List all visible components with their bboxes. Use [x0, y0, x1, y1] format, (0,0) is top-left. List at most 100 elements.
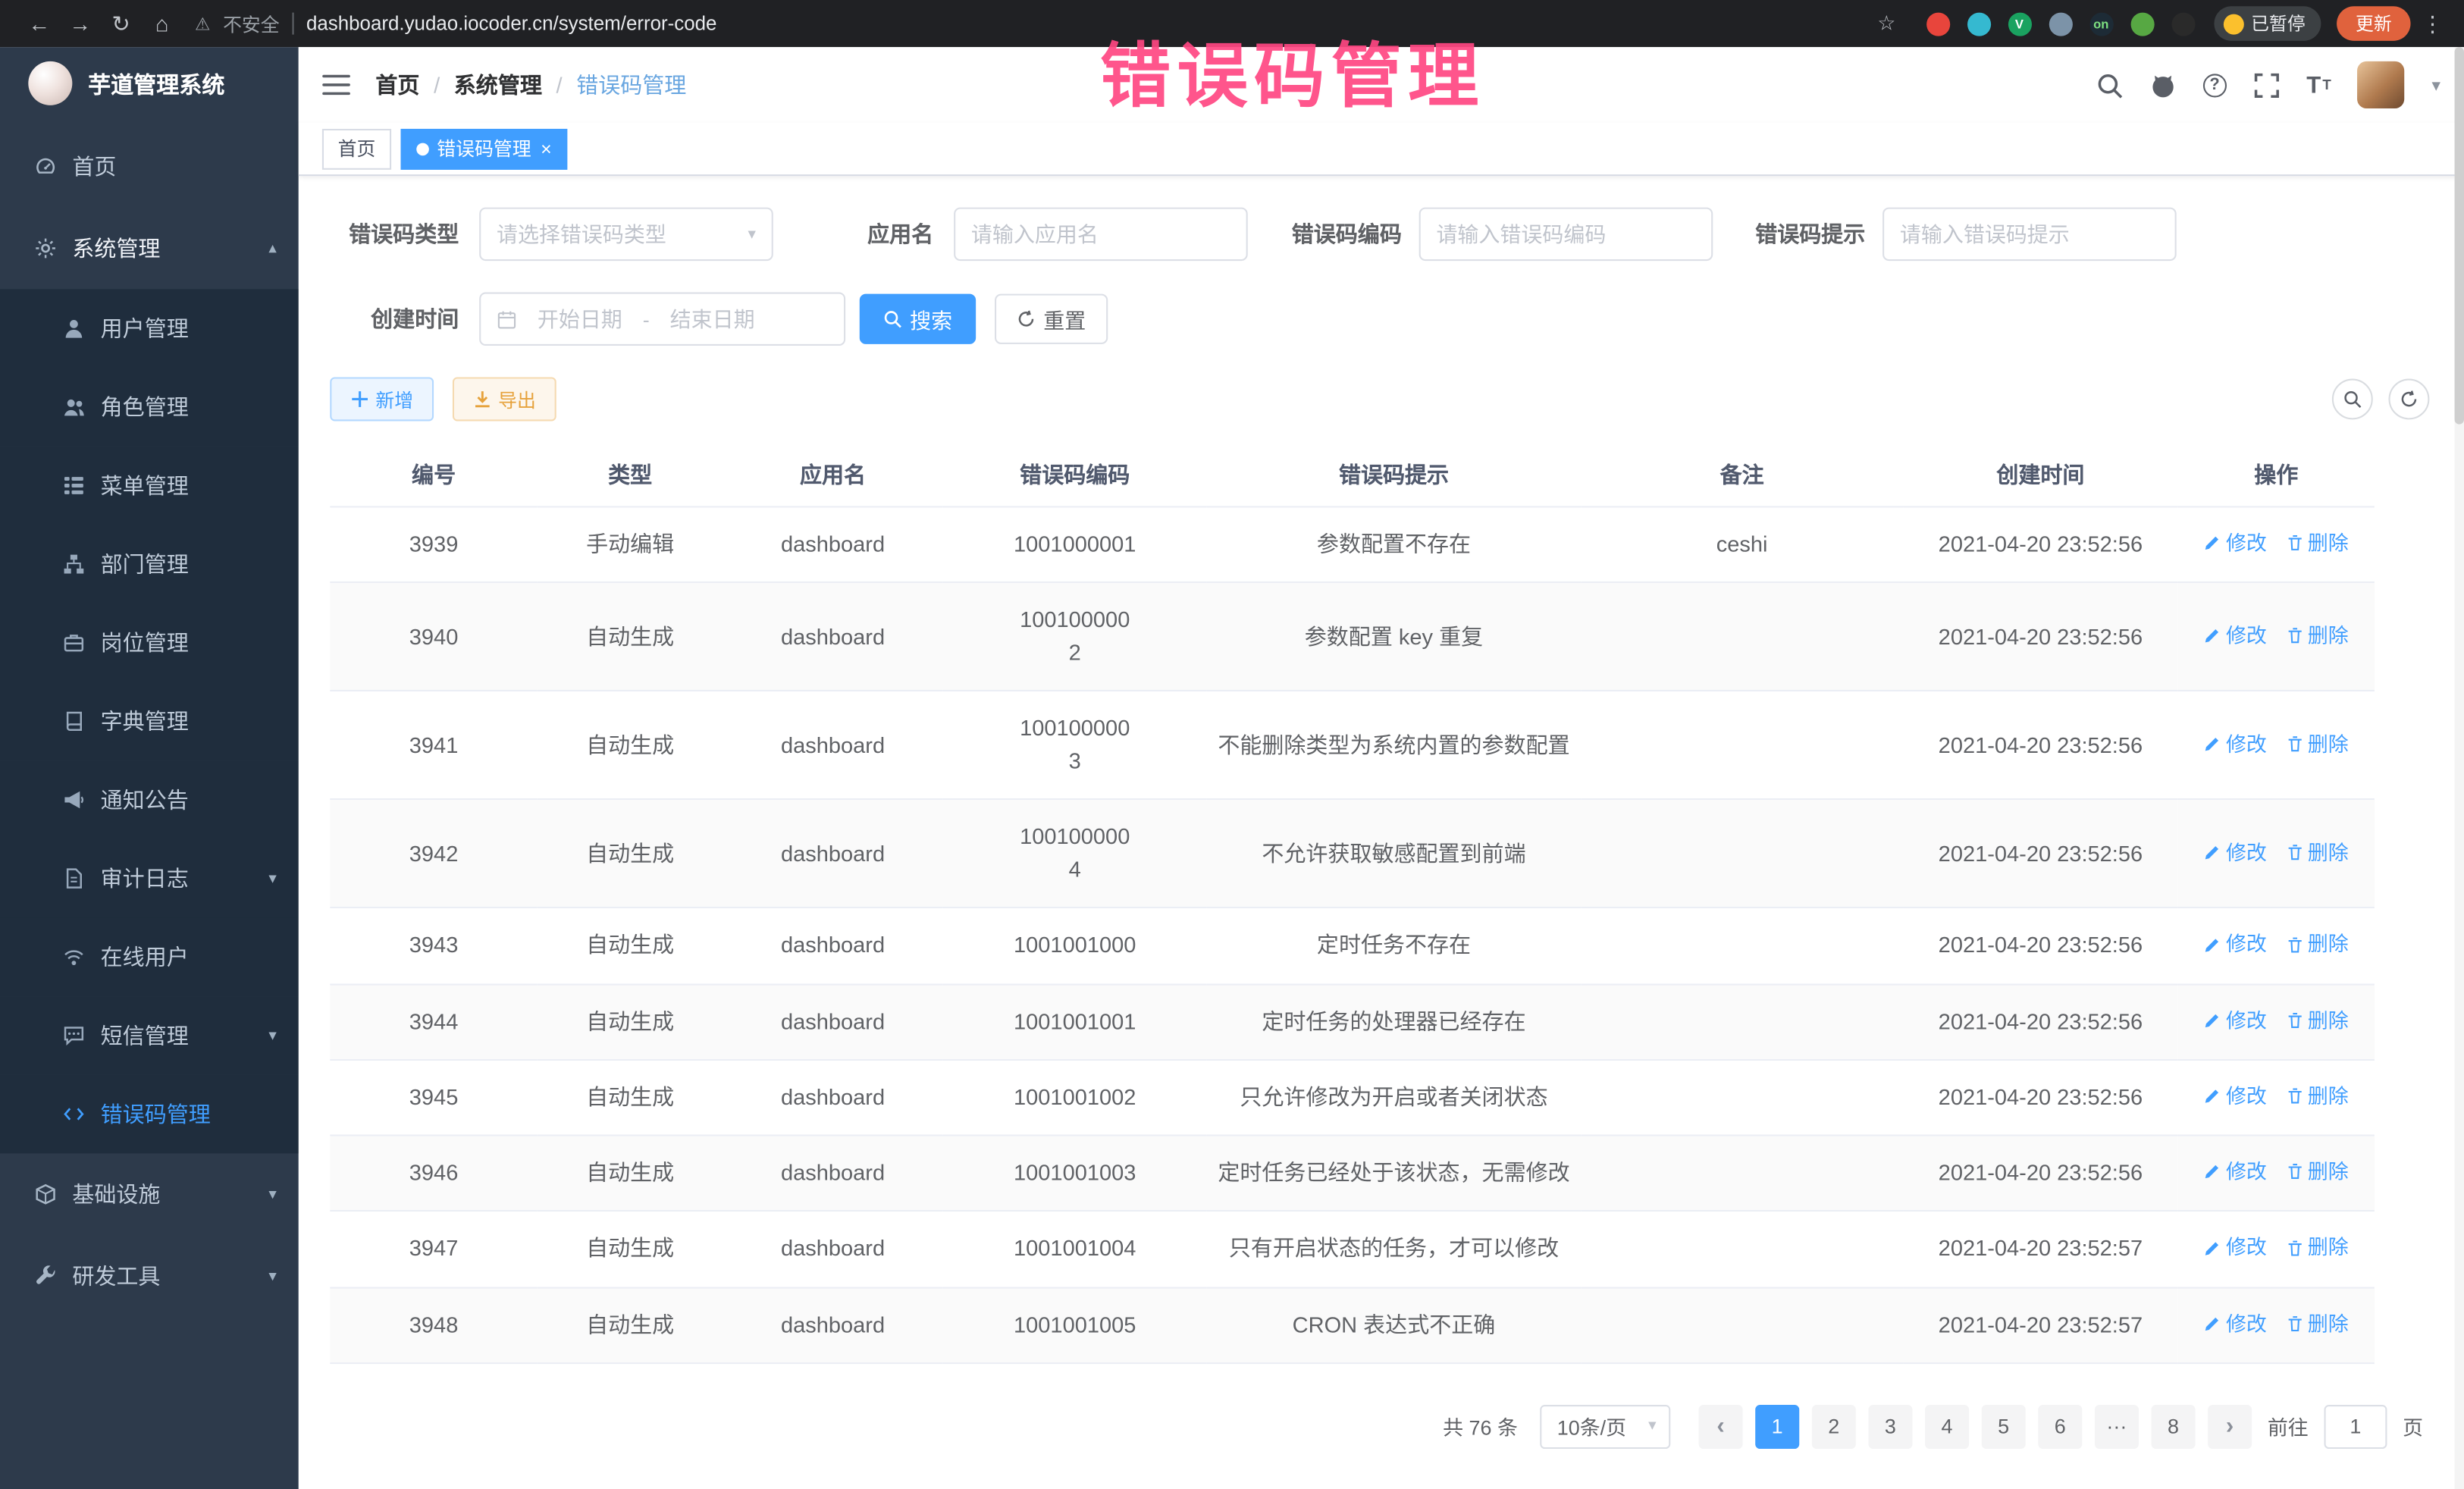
page-scrollbar[interactable]	[2455, 47, 2464, 1489]
delete-link[interactable]: 删除	[2286, 837, 2349, 867]
sidebar-item-dept[interactable]: 部门管理	[0, 525, 299, 603]
error-code-field[interactable]	[1419, 208, 1713, 261]
menu-dots-icon[interactable]: ⋮	[2420, 10, 2445, 36]
page-button-2[interactable]: 2	[1812, 1404, 1856, 1448]
breadcrumb-item[interactable]: 系统管理	[454, 69, 542, 100]
sidebar-item-online-user[interactable]: 在线用户	[0, 917, 299, 996]
refresh-table-button[interactable]	[2389, 379, 2430, 420]
extension-green-leaf-icon[interactable]	[2130, 12, 2154, 36]
page-button-5[interactable]: 5	[1982, 1404, 2026, 1448]
scrollbar-thumb[interactable]	[2455, 47, 2464, 424]
extension-red-dot-icon[interactable]	[1926, 12, 1949, 36]
sidebar-item-error-code[interactable]: 错误码管理	[0, 1075, 299, 1154]
font-size-icon[interactable]: TT	[2306, 71, 2331, 98]
edit-link[interactable]: 修改	[2204, 1157, 2267, 1187]
paused-badge[interactable]: 已暂停	[2213, 6, 2321, 41]
sidebar-item-system[interactable]: 系统管理▴	[0, 208, 299, 290]
error-code-input[interactable]	[1436, 222, 1695, 246]
edit-link[interactable]: 修改	[2204, 729, 2267, 759]
edit-link[interactable]: 修改	[2204, 837, 2267, 867]
fullscreen-icon[interactable]	[2253, 71, 2280, 98]
sidebar-item-dict[interactable]: 字典管理	[0, 682, 299, 761]
help-icon[interactable]: ?	[2203, 73, 2227, 96]
extension-dark-on-icon[interactable]: on	[2089, 12, 2113, 36]
edit-link[interactable]: 修改	[2204, 1233, 2267, 1263]
next-page-button[interactable]: ›	[2208, 1404, 2252, 1448]
page-button-4[interactable]: 4	[1925, 1404, 1969, 1448]
page-button-3[interactable]: 3	[1868, 1404, 1912, 1448]
browser-update-button[interactable]: 更新	[2337, 6, 2410, 41]
hamburger-icon[interactable]	[322, 74, 350, 96]
extension-teal-dot-icon[interactable]	[1967, 12, 1990, 36]
page-size-select[interactable]: 10条/页 ▾	[1540, 1404, 1670, 1448]
close-icon[interactable]: ×	[541, 137, 552, 159]
url-text[interactable]: dashboard.yudao.iocoder.cn/system/error-…	[306, 13, 717, 35]
search-icon[interactable]	[2096, 71, 2123, 98]
export-button[interactable]: 导出	[453, 377, 556, 421]
delete-link[interactable]: 删除	[2286, 1005, 2349, 1035]
delete-link[interactable]: 删除	[2286, 620, 2349, 650]
edit-link[interactable]: 修改	[2204, 1005, 2267, 1035]
edit-link[interactable]: 修改	[2204, 929, 2267, 959]
app-logo[interactable]: 芋道管理系统	[0, 47, 299, 119]
add-button[interactable]: 新增	[330, 377, 434, 421]
error-type-select[interactable]: ▾	[479, 208, 773, 261]
sidebar-item-audit-log[interactable]: 审计日志▾	[0, 839, 299, 918]
search-button[interactable]: 搜索	[860, 294, 976, 344]
security-label[interactable]: 不安全	[223, 10, 280, 36]
page-button-6[interactable]: 6	[2038, 1404, 2082, 1448]
delete-link[interactable]: 删除	[2286, 1080, 2349, 1111]
tab-error-code[interactable]: 错误码管理×	[401, 128, 568, 169]
sidebar-item-role[interactable]: 角色管理	[0, 368, 299, 447]
error-msg-input[interactable]	[1900, 222, 2159, 246]
app-name-field[interactable]	[954, 208, 1248, 261]
page-more-button[interactable]: ···	[2095, 1404, 2139, 1448]
prev-page-button[interactable]: ‹	[1699, 1404, 1743, 1448]
sidebar-item-devtools[interactable]: 研发工具▾	[0, 1235, 299, 1317]
reload-icon[interactable]: ↻	[101, 10, 142, 36]
edit-link[interactable]: 修改	[2204, 1309, 2267, 1339]
delete-link[interactable]: 删除	[2286, 1233, 2349, 1263]
delete-link[interactable]: 删除	[2286, 1157, 2349, 1187]
date-range-picker[interactable]: -	[479, 293, 845, 346]
address-bar[interactable]: ⚠ 不安全 dashboard.yudao.iocoder.cn/system/…	[195, 10, 1866, 36]
box-icon	[35, 1183, 57, 1205]
goto-page-input[interactable]	[2324, 1404, 2387, 1448]
extension-black-pin-icon[interactable]	[2171, 12, 2194, 36]
sidebar-item-infra[interactable]: 基础设施▾	[0, 1153, 299, 1235]
breadcrumb-item[interactable]: 首页	[375, 69, 419, 100]
edit-link[interactable]: 修改	[2204, 528, 2267, 558]
reset-button[interactable]: 重置	[995, 294, 1108, 344]
edit-link[interactable]: 修改	[2204, 620, 2267, 650]
bookmark-star-icon[interactable]: ☆	[1866, 11, 1907, 36]
delete-link[interactable]: 删除	[2286, 1309, 2349, 1339]
sidebar-item-notice[interactable]: 通知公告	[0, 760, 299, 839]
extension-blue-puzzle-icon[interactable]	[2049, 12, 2072, 36]
extension-green-v-icon[interactable]: V	[2008, 12, 2031, 36]
delete-link[interactable]: 删除	[2286, 729, 2349, 759]
chevron-down-icon[interactable]: ▾	[2431, 74, 2440, 95]
sidebar-item-sms[interactable]: 短信管理▾	[0, 996, 299, 1075]
forward-icon[interactable]: →	[60, 11, 101, 36]
home-icon[interactable]: ⌂	[142, 11, 183, 36]
sidebar-item-user[interactable]: 用户管理	[0, 289, 299, 368]
page-button-8[interactable]: 8	[2151, 1404, 2195, 1448]
start-date-input[interactable]	[525, 307, 635, 331]
sidebar-item-home[interactable]: 首页	[0, 126, 299, 208]
edit-link[interactable]: 修改	[2204, 1080, 2267, 1111]
sidebar-item-menu[interactable]: 菜单管理	[0, 447, 299, 525]
toggle-search-button[interactable]	[2332, 379, 2373, 420]
cell-app: dashboard	[723, 1060, 942, 1136]
end-date-input[interactable]	[657, 307, 767, 331]
sidebar-item-post[interactable]: 岗位管理	[0, 603, 299, 682]
app-name-input[interactable]	[971, 222, 1230, 246]
github-icon[interactable]	[2149, 71, 2176, 98]
delete-link[interactable]: 删除	[2286, 528, 2349, 558]
delete-link[interactable]: 删除	[2286, 929, 2349, 959]
user-avatar[interactable]	[2358, 61, 2405, 108]
back-icon[interactable]: ←	[19, 11, 60, 36]
error-msg-field[interactable]	[1882, 208, 2177, 261]
page-button-1[interactable]: 1	[1755, 1404, 1799, 1448]
tab-home[interactable]: 首页	[322, 128, 391, 169]
error-type-select-input[interactable]	[497, 222, 741, 246]
